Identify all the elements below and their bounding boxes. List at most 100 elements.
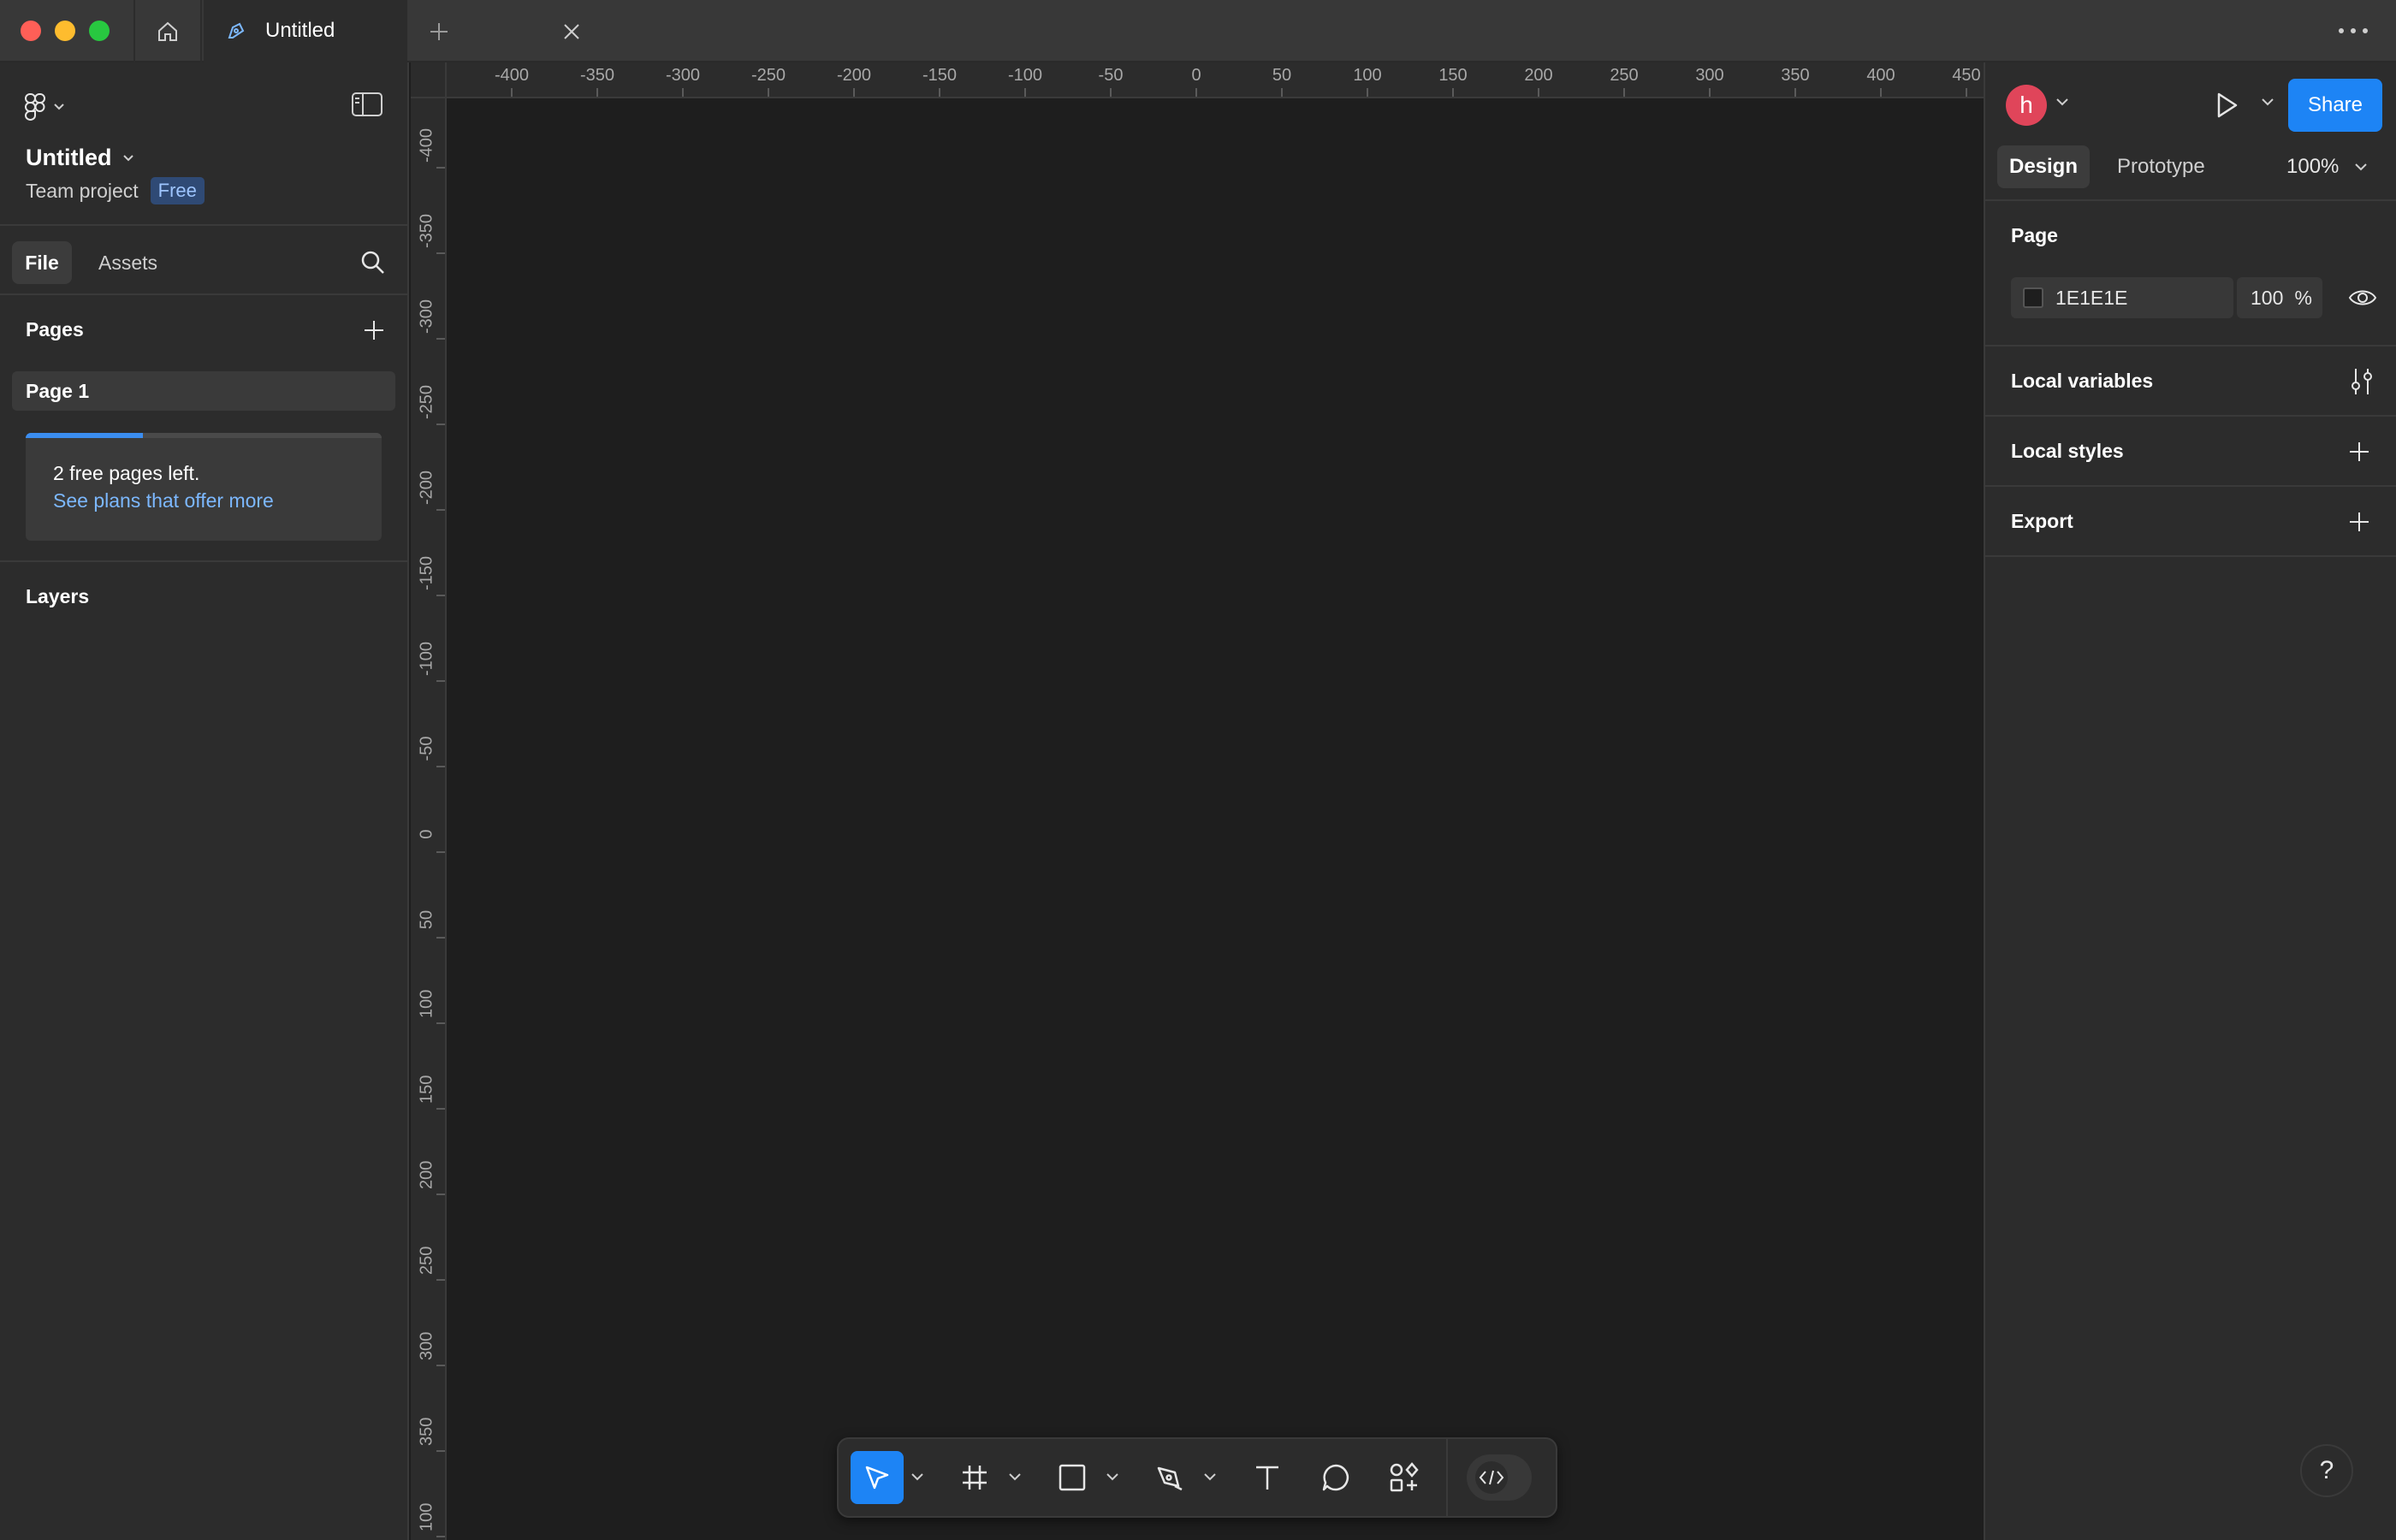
pen-tool[interactable] — [1143, 1451, 1196, 1504]
more-options-icon[interactable] — [2334, 22, 2372, 39]
opacity-unit: % — [2294, 286, 2312, 309]
new-tab-plus-icon[interactable] — [426, 19, 452, 44]
ruler-tick-mark — [436, 167, 445, 169]
code-brackets-icon — [1479, 1470, 1504, 1485]
ruler-tick-mark — [436, 338, 445, 340]
chevron-down-icon — [54, 104, 64, 110]
chevron-down-icon[interactable] — [1106, 1472, 1119, 1482]
vertical-ruler: -400 -350 -300 -250 -200 -150 -100 -50 0 50 100 150… — [411, 98, 447, 1540]
ruler-tick-mark — [768, 88, 769, 97]
see-plans-link[interactable]: See plans that offer more — [53, 489, 274, 512]
chevron-down-icon[interactable] — [910, 1472, 924, 1482]
ruler-tick-label: 400 — [1866, 66, 1895, 85]
page-list-item[interactable]: Page 1 — [12, 371, 395, 411]
search-icon[interactable] — [358, 247, 388, 278]
ruler-tick-mark — [436, 1022, 445, 1024]
divider — [0, 560, 409, 562]
fill-opacity-field[interactable]: 100 % — [2237, 277, 2322, 318]
chevron-down-icon[interactable] — [2261, 97, 2274, 107]
zoom-dropdown[interactable]: 100% — [2286, 145, 2368, 188]
ruler-tick-mark — [1794, 88, 1796, 97]
text-tool[interactable] — [1241, 1451, 1294, 1504]
chevron-down-icon[interactable] — [2055, 97, 2069, 107]
tab-design[interactable]: Design — [1997, 145, 2090, 188]
left-panel: Untitled Team project Free File Assets P… — [0, 62, 409, 1540]
ruler-tick-label: 250 — [417, 1246, 436, 1275]
project-name[interactable]: Team project — [26, 180, 139, 203]
fill-hex-value[interactable]: 1E1E1E — [2055, 287, 2127, 310]
close-icon[interactable] — [561, 21, 582, 42]
eye-visibility-icon[interactable] — [2348, 287, 2377, 309]
file-title[interactable]: Untitled — [26, 145, 134, 171]
ruler-tick-mark — [436, 424, 445, 425]
plan-badge[interactable]: Free — [150, 177, 205, 204]
actions-shapes-icon — [1390, 1462, 1419, 1492]
dev-mode-toggle[interactable] — [1467, 1454, 1532, 1501]
maximize-window-button[interactable] — [89, 21, 110, 41]
move-tool[interactable] — [851, 1451, 904, 1504]
file-title-text: Untitled — [26, 145, 112, 170]
design-canvas[interactable] — [411, 62, 1984, 1540]
ruler-tick-label: 450 — [1952, 66, 1981, 85]
ruler-tick-label: 300 — [1695, 66, 1724, 85]
ruler-tick-label: -400 — [494, 66, 530, 85]
comment-tool[interactable] — [1309, 1451, 1362, 1504]
ruler-tick-label: 100 — [417, 989, 436, 1018]
ruler-tick-label: -150 — [417, 555, 436, 590]
ruler-tick-mark — [682, 88, 684, 97]
chevron-down-icon[interactable] — [1008, 1472, 1022, 1482]
divider — [1985, 199, 2396, 201]
sidebar-toggle-icon[interactable] — [351, 92, 383, 117]
ruler-tick-label: -200 — [417, 470, 436, 505]
variables-adjust-icon[interactable] — [2346, 367, 2377, 396]
add-style-plus-icon[interactable] — [2346, 439, 2372, 465]
ruler-tick-label: -150 — [922, 66, 958, 85]
tab-prototype[interactable]: Prototype — [2117, 145, 2205, 188]
ruler-tick-label: 350 — [1781, 66, 1810, 85]
ruler-tick-mark — [436, 680, 445, 682]
help-button[interactable]: ? — [2300, 1444, 2353, 1497]
tab-file[interactable]: File — [12, 241, 72, 284]
ruler-tick-label: 150 — [1438, 66, 1468, 85]
page-section-heading: Page — [2011, 224, 2058, 246]
rectangle-tool[interactable] — [1046, 1451, 1099, 1504]
ruler-tick-mark — [1195, 88, 1197, 97]
color-swatch[interactable] — [2023, 287, 2043, 308]
ruler-tick-mark — [436, 1365, 445, 1366]
divider — [0, 224, 409, 226]
add-export-plus-icon[interactable] — [2346, 509, 2372, 535]
free-pages-notice: 2 free pages left. See plans that offer … — [26, 433, 382, 541]
minimize-window-button[interactable] — [55, 21, 75, 41]
share-button[interactable]: Share — [2288, 79, 2382, 132]
avatar[interactable]: h — [2006, 85, 2047, 126]
main-menu-button[interactable] — [24, 90, 79, 124]
ruler-tick-mark — [436, 851, 445, 853]
export-heading: Export — [2011, 510, 2073, 532]
divider — [1985, 345, 2396, 346]
ruler-tick-mark — [1880, 88, 1882, 97]
ruler-tick-label: 150 — [417, 1075, 436, 1104]
ruler-tick-label: 350 — [417, 1417, 436, 1446]
file-tab[interactable]: Untitled — [204, 0, 579, 62]
frame-tool[interactable] — [948, 1451, 1001, 1504]
rectangle-icon — [1059, 1464, 1086, 1491]
ruler-tick-mark — [436, 252, 445, 254]
add-page-plus-icon[interactable] — [361, 317, 387, 343]
ruler-tick-mark — [1538, 88, 1539, 97]
divider — [1985, 415, 2396, 417]
page-background-fill[interactable]: 1E1E1E — [2011, 277, 2233, 318]
present-play-icon[interactable] — [2211, 90, 2242, 121]
ruler-tick-label: -300 — [417, 299, 436, 334]
ruler-tick-mark — [1367, 88, 1368, 97]
chevron-down-icon — [2355, 163, 2368, 171]
chevron-down-icon[interactable] — [1203, 1472, 1217, 1482]
close-window-button[interactable] — [21, 21, 41, 41]
actions-tool[interactable] — [1378, 1451, 1431, 1504]
ruler-tick-mark — [1110, 88, 1112, 97]
pen-file-icon — [228, 22, 245, 38]
opacity-value[interactable]: 100 — [2251, 287, 2283, 310]
local-variables-heading[interactable]: Local variables — [2011, 370, 2153, 393]
home-tab[interactable] — [133, 0, 202, 62]
ruler-tick-label: -400 — [417, 127, 436, 163]
tab-assets[interactable]: Assets — [98, 241, 157, 284]
